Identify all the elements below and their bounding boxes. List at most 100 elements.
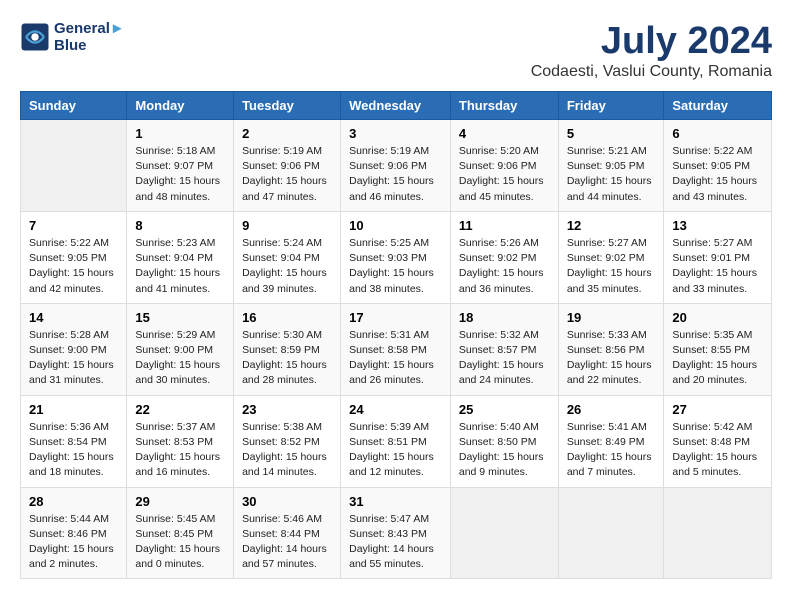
day-number: 15 [135, 310, 225, 325]
day-number: 13 [672, 218, 763, 233]
day-number: 27 [672, 402, 763, 417]
day-number: 10 [349, 218, 442, 233]
day-detail: Sunrise: 5:36 AMSunset: 8:54 PMDaylight:… [29, 420, 118, 481]
calendar-table: SundayMondayTuesdayWednesdayThursdayFrid… [20, 91, 772, 579]
calendar-cell: 26 Sunrise: 5:41 AMSunset: 8:49 PMDaylig… [558, 395, 664, 487]
calendar-cell: 7 Sunrise: 5:22 AMSunset: 9:05 PMDayligh… [21, 211, 127, 303]
day-detail: Sunrise: 5:32 AMSunset: 8:57 PMDaylight:… [459, 328, 550, 389]
day-number: 25 [459, 402, 550, 417]
day-number: 29 [135, 494, 225, 509]
day-detail: Sunrise: 5:31 AMSunset: 8:58 PMDaylight:… [349, 328, 442, 389]
day-number: 3 [349, 126, 442, 141]
logo-icon [20, 22, 50, 52]
weekday-header-thursday: Thursday [450, 92, 558, 120]
calendar-cell: 20 Sunrise: 5:35 AMSunset: 8:55 PMDaylig… [664, 303, 772, 395]
calendar-cell: 4 Sunrise: 5:20 AMSunset: 9:06 PMDayligh… [450, 120, 558, 212]
weekday-header-wednesday: Wednesday [341, 92, 451, 120]
calendar-cell: 18 Sunrise: 5:32 AMSunset: 8:57 PMDaylig… [450, 303, 558, 395]
day-detail: Sunrise: 5:19 AMSunset: 9:06 PMDaylight:… [242, 144, 332, 205]
calendar-cell: 29 Sunrise: 5:45 AMSunset: 8:45 PMDaylig… [127, 487, 234, 579]
day-number: 19 [567, 310, 656, 325]
day-number: 23 [242, 402, 332, 417]
logo: General► Blue [20, 20, 125, 54]
calendar-cell: 1 Sunrise: 5:18 AMSunset: 9:07 PMDayligh… [127, 120, 234, 212]
month-title: July 2024 [531, 20, 772, 63]
day-number: 1 [135, 126, 225, 141]
day-detail: Sunrise: 5:45 AMSunset: 8:45 PMDaylight:… [135, 512, 225, 573]
calendar-cell: 9 Sunrise: 5:24 AMSunset: 9:04 PMDayligh… [234, 211, 341, 303]
day-detail: Sunrise: 5:46 AMSunset: 8:44 PMDaylight:… [242, 512, 332, 573]
calendar-cell: 25 Sunrise: 5:40 AMSunset: 8:50 PMDaylig… [450, 395, 558, 487]
calendar-cell: 16 Sunrise: 5:30 AMSunset: 8:59 PMDaylig… [234, 303, 341, 395]
page-header: General► Blue July 2024 Codaesti, Vaslui… [20, 20, 772, 81]
day-number: 20 [672, 310, 763, 325]
day-detail: Sunrise: 5:27 AMSunset: 9:02 PMDaylight:… [567, 236, 656, 297]
day-number: 28 [29, 494, 118, 509]
day-detail: Sunrise: 5:30 AMSunset: 8:59 PMDaylight:… [242, 328, 332, 389]
calendar-body: 1 Sunrise: 5:18 AMSunset: 9:07 PMDayligh… [21, 120, 772, 579]
day-detail: Sunrise: 5:23 AMSunset: 9:04 PMDaylight:… [135, 236, 225, 297]
calendar-week-row: 7 Sunrise: 5:22 AMSunset: 9:05 PMDayligh… [21, 211, 772, 303]
calendar-cell: 2 Sunrise: 5:19 AMSunset: 9:06 PMDayligh… [234, 120, 341, 212]
day-number: 14 [29, 310, 118, 325]
day-detail: Sunrise: 5:38 AMSunset: 8:52 PMDaylight:… [242, 420, 332, 481]
day-detail: Sunrise: 5:35 AMSunset: 8:55 PMDaylight:… [672, 328, 763, 389]
day-number: 17 [349, 310, 442, 325]
day-detail: Sunrise: 5:47 AMSunset: 8:43 PMDaylight:… [349, 512, 442, 573]
calendar-cell: 14 Sunrise: 5:28 AMSunset: 9:00 PMDaylig… [21, 303, 127, 395]
day-detail: Sunrise: 5:22 AMSunset: 9:05 PMDaylight:… [672, 144, 763, 205]
calendar-cell: 15 Sunrise: 5:29 AMSunset: 9:00 PMDaylig… [127, 303, 234, 395]
weekday-header-saturday: Saturday [664, 92, 772, 120]
day-detail: Sunrise: 5:42 AMSunset: 8:48 PMDaylight:… [672, 420, 763, 481]
day-number: 4 [459, 126, 550, 141]
day-detail: Sunrise: 5:27 AMSunset: 9:01 PMDaylight:… [672, 236, 763, 297]
day-number: 30 [242, 494, 332, 509]
calendar-cell: 11 Sunrise: 5:26 AMSunset: 9:02 PMDaylig… [450, 211, 558, 303]
day-detail: Sunrise: 5:37 AMSunset: 8:53 PMDaylight:… [135, 420, 225, 481]
day-detail: Sunrise: 5:20 AMSunset: 9:06 PMDaylight:… [459, 144, 550, 205]
day-number: 21 [29, 402, 118, 417]
day-detail: Sunrise: 5:33 AMSunset: 8:56 PMDaylight:… [567, 328, 656, 389]
day-detail: Sunrise: 5:25 AMSunset: 9:03 PMDaylight:… [349, 236, 442, 297]
calendar-header-row: SundayMondayTuesdayWednesdayThursdayFrid… [21, 92, 772, 120]
calendar-cell: 30 Sunrise: 5:46 AMSunset: 8:44 PMDaylig… [234, 487, 341, 579]
day-number: 16 [242, 310, 332, 325]
calendar-cell: 21 Sunrise: 5:36 AMSunset: 8:54 PMDaylig… [21, 395, 127, 487]
calendar-week-row: 21 Sunrise: 5:36 AMSunset: 8:54 PMDaylig… [21, 395, 772, 487]
calendar-cell: 3 Sunrise: 5:19 AMSunset: 9:06 PMDayligh… [341, 120, 451, 212]
weekday-header-friday: Friday [558, 92, 664, 120]
day-detail: Sunrise: 5:24 AMSunset: 9:04 PMDaylight:… [242, 236, 332, 297]
calendar-cell: 24 Sunrise: 5:39 AMSunset: 8:51 PMDaylig… [341, 395, 451, 487]
calendar-cell: 13 Sunrise: 5:27 AMSunset: 9:01 PMDaylig… [664, 211, 772, 303]
calendar-week-row: 14 Sunrise: 5:28 AMSunset: 9:00 PMDaylig… [21, 303, 772, 395]
calendar-cell [558, 487, 664, 579]
title-block: July 2024 Codaesti, Vaslui County, Roman… [531, 20, 772, 81]
day-number: 24 [349, 402, 442, 417]
day-detail: Sunrise: 5:41 AMSunset: 8:49 PMDaylight:… [567, 420, 656, 481]
day-detail: Sunrise: 5:18 AMSunset: 9:07 PMDaylight:… [135, 144, 225, 205]
day-detail: Sunrise: 5:39 AMSunset: 8:51 PMDaylight:… [349, 420, 442, 481]
day-detail: Sunrise: 5:28 AMSunset: 9:00 PMDaylight:… [29, 328, 118, 389]
day-number: 22 [135, 402, 225, 417]
day-number: 12 [567, 218, 656, 233]
day-number: 26 [567, 402, 656, 417]
day-number: 11 [459, 218, 550, 233]
calendar-cell [450, 487, 558, 579]
day-number: 6 [672, 126, 763, 141]
calendar-cell: 17 Sunrise: 5:31 AMSunset: 8:58 PMDaylig… [341, 303, 451, 395]
weekday-header-tuesday: Tuesday [234, 92, 341, 120]
day-number: 8 [135, 218, 225, 233]
calendar-cell: 6 Sunrise: 5:22 AMSunset: 9:05 PMDayligh… [664, 120, 772, 212]
calendar-week-row: 28 Sunrise: 5:44 AMSunset: 8:46 PMDaylig… [21, 487, 772, 579]
day-detail: Sunrise: 5:22 AMSunset: 9:05 PMDaylight:… [29, 236, 118, 297]
location: Codaesti, Vaslui County, Romania [531, 63, 772, 81]
calendar-cell: 23 Sunrise: 5:38 AMSunset: 8:52 PMDaylig… [234, 395, 341, 487]
calendar-cell: 31 Sunrise: 5:47 AMSunset: 8:43 PMDaylig… [341, 487, 451, 579]
day-number: 31 [349, 494, 442, 509]
day-number: 18 [459, 310, 550, 325]
day-number: 9 [242, 218, 332, 233]
calendar-cell [21, 120, 127, 212]
day-detail: Sunrise: 5:40 AMSunset: 8:50 PMDaylight:… [459, 420, 550, 481]
calendar-week-row: 1 Sunrise: 5:18 AMSunset: 9:07 PMDayligh… [21, 120, 772, 212]
day-number: 7 [29, 218, 118, 233]
